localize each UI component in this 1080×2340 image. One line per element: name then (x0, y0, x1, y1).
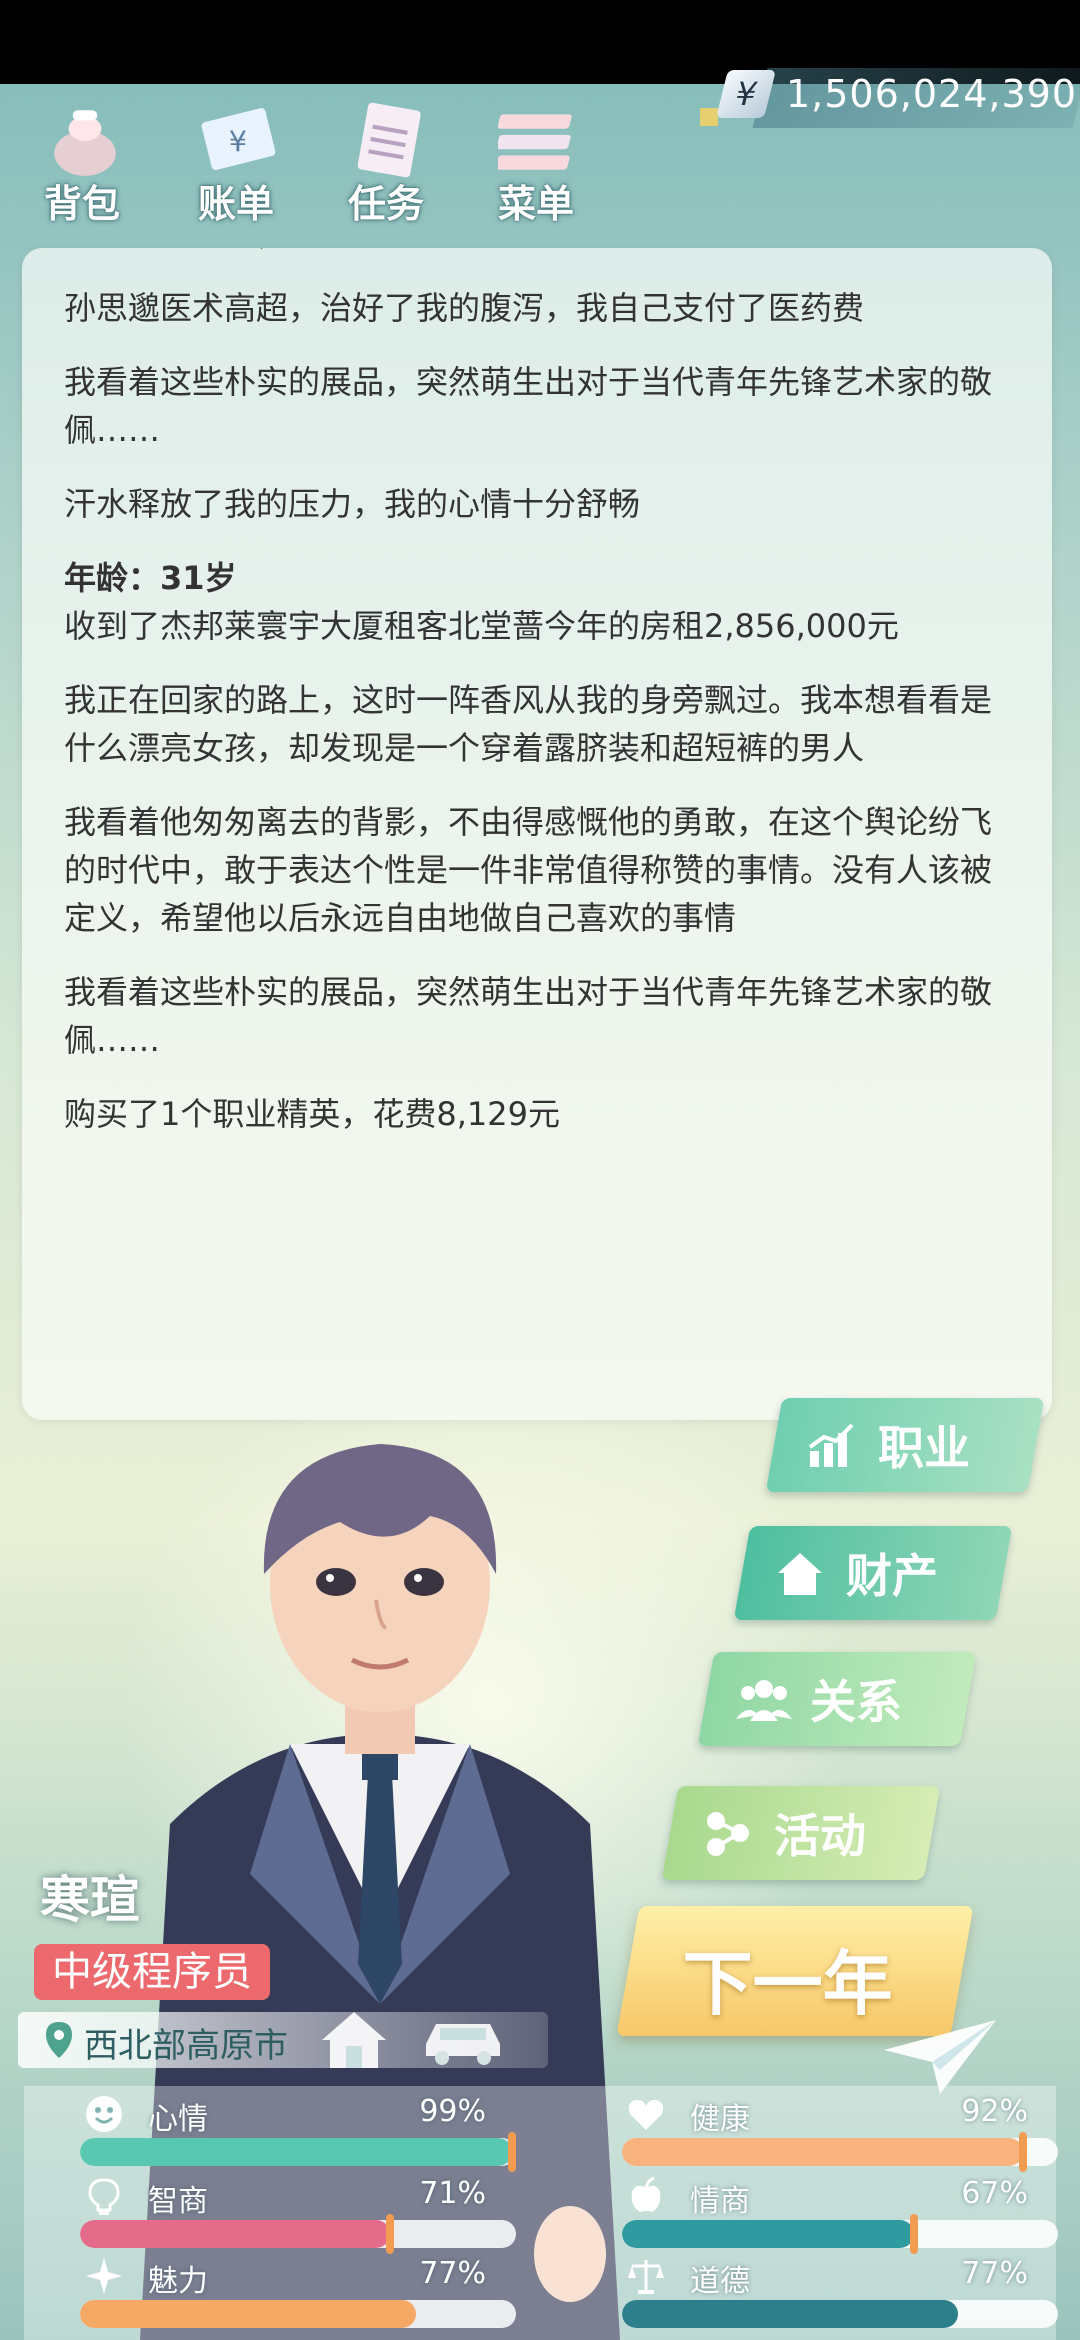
bill-icon: ¥ (201, 108, 276, 170)
stat-bar-fill (80, 2220, 390, 2248)
car-icon[interactable] (420, 2014, 506, 2066)
coin-decoration (700, 108, 718, 126)
stat-bar (80, 2220, 516, 2248)
log-entry: 我看着这些朴实的展品，突然萌生出对于当代青年先锋艺术家的敬佩…… (64, 363, 993, 449)
bulb-icon (88, 2178, 120, 2215)
location-text: 西北部高原市 (84, 2026, 288, 2066)
house-icon (778, 1553, 822, 1595)
stat-eq: 情商 67% (588, 2176, 1058, 2254)
nav-task-label: 任务 (347, 182, 424, 226)
smile-icon (86, 2096, 122, 2132)
event-log-scroll[interactable]: 我感上了腹泻，快去医院看看吧 孙思邈医术高超，治好了我的腹泻，我自己支付了医药费… (22, 248, 1052, 1420)
career-label: 职业 (878, 1421, 970, 1475)
stat-label: 心情 (148, 2102, 208, 2137)
nav-bill-label: 账单 (197, 182, 274, 226)
stat-label: 健康 (690, 2102, 750, 2137)
relations-button[interactable]: 关系 (697, 1652, 977, 1746)
stats-panel: 心情 99% 健康 92% 智商 71% 情商 67% 魅力 77% 道德 77… (24, 2086, 1058, 2340)
sparkle-icon (86, 2258, 122, 2294)
assets-button[interactable]: 财产 (733, 1526, 1013, 1620)
stat-bar-marker (507, 2132, 516, 2172)
activities-label: 活动 (774, 1809, 866, 1863)
event-log-panel[interactable]: 我感上了腹泻，快去医院看看吧 孙思邈医术高超，治好了我的腹泻，我自己支付了医药费… (22, 248, 1052, 1420)
stat-bar-marker (1019, 2132, 1028, 2172)
nav-menu-button[interactable]: 菜单 (476, 100, 596, 228)
log-entry: 我感上了腹泻，快去医院看看吧 (64, 248, 1014, 258)
molecule-icon (707, 1812, 749, 1856)
location-pin-icon (46, 2022, 72, 2058)
log-entry: 我看着他匆匆离去的背影，不由得感慨他的勇敢，在这个舆论纷飞的时代中，敢于表达个性… (64, 803, 993, 937)
stat-bar-fill (622, 2300, 958, 2328)
stat-bar-fill (80, 2138, 512, 2166)
stat-bar-fill (622, 2138, 1024, 2166)
career-button[interactable]: 职业 (765, 1398, 1045, 1492)
stat-bar (622, 2220, 1058, 2248)
character-name: 寒瑄 (40, 1871, 140, 1929)
log-entry: 我正在回家的路上，这时一阵香风从我的身旁飘过。我本想看看是什么漂亮女孩，却发现是… (64, 681, 993, 767)
stat-percent: 77% (419, 2256, 486, 2291)
menu-icon (498, 114, 572, 170)
home-icon[interactable] (318, 2006, 390, 2072)
task-icon (357, 102, 421, 178)
stat-bar-fill (80, 2300, 416, 2328)
stat-label: 智商 (148, 2184, 208, 2219)
stat-percent: 77% (961, 2256, 1028, 2291)
stat-bar-marker (385, 2214, 394, 2254)
stat-bar (622, 2138, 1058, 2166)
heart-icon (628, 2099, 664, 2130)
money-display: ¥ 1,506,024,390 (700, 64, 1080, 134)
log-entry: 收到了杰邦莱寰宇大厦租客北堂蔷今年的房租2,856,000元 (64, 607, 899, 645)
stat-health: 健康 92% (588, 2094, 1058, 2172)
assets-label: 财产 (846, 1549, 938, 1603)
stat-label: 道德 (690, 2264, 750, 2299)
stat-morality: 道德 77% (588, 2256, 1058, 2334)
stat-percent: 99% (419, 2094, 486, 2129)
stat-bar (622, 2300, 1058, 2328)
stat-bar-marker (910, 2214, 919, 2254)
bag-icon (54, 110, 116, 176)
stat-charm: 魅力 77% (46, 2256, 516, 2334)
relations-label: 关系 (810, 1675, 902, 1729)
age-heading: 年龄：31岁 (64, 559, 237, 597)
log-entry: 孙思邈医术高超，治好了我的腹泻，我自己支付了医药费 (64, 289, 865, 327)
location-bar: 西北部高原市 (18, 2012, 548, 2068)
career-chart-icon (808, 1423, 854, 1467)
nav-bag-label: 背包 (43, 182, 120, 226)
people-icon (736, 1680, 792, 1721)
activities-button[interactable]: 活动 (661, 1786, 941, 1880)
stat-iq: 智商 71% (46, 2176, 516, 2254)
nav-task-button[interactable]: 任务 (326, 100, 446, 228)
log-entry: 我看着这些朴实的展品，突然萌生出对于当代青年先锋艺术家的敬佩…… (64, 973, 993, 1059)
scale-icon (628, 2260, 664, 2294)
stat-bar (80, 2300, 516, 2328)
stat-label: 情商 (690, 2184, 750, 2219)
log-entry: 购买了1个职业精英，花费8,129元 (64, 1095, 560, 1133)
stat-percent: 71% (419, 2176, 486, 2211)
next-year-label: 下一年 (682, 1943, 893, 2025)
stat-mood: 心情 99% (46, 2094, 516, 2172)
job-badge: 中级程序员 (34, 1944, 270, 2000)
event-log-content: 我感上了腹泻，快去医院看看吧 孙思邈医术高超，治好了我的腹泻，我自己支付了医药费… (64, 248, 1014, 1164)
money-amount: 1,506,024,390 (786, 72, 1078, 116)
stat-percent: 67% (961, 2176, 1028, 2211)
log-entry: 汗水释放了我的压力，我的心情十分舒畅 (64, 485, 641, 523)
nav-bag-button[interactable]: 背包 (22, 100, 142, 228)
stat-label: 魅力 (148, 2264, 208, 2299)
stat-bar (80, 2138, 516, 2166)
svg-text:¥: ¥ (229, 124, 247, 158)
nav-bill-button[interactable]: ¥ 账单 (176, 100, 296, 228)
apple-icon (631, 2176, 661, 2212)
stat-bar-fill (622, 2220, 915, 2248)
nav-menu-label: 菜单 (497, 182, 574, 226)
stat-percent: 92% (961, 2094, 1028, 2129)
